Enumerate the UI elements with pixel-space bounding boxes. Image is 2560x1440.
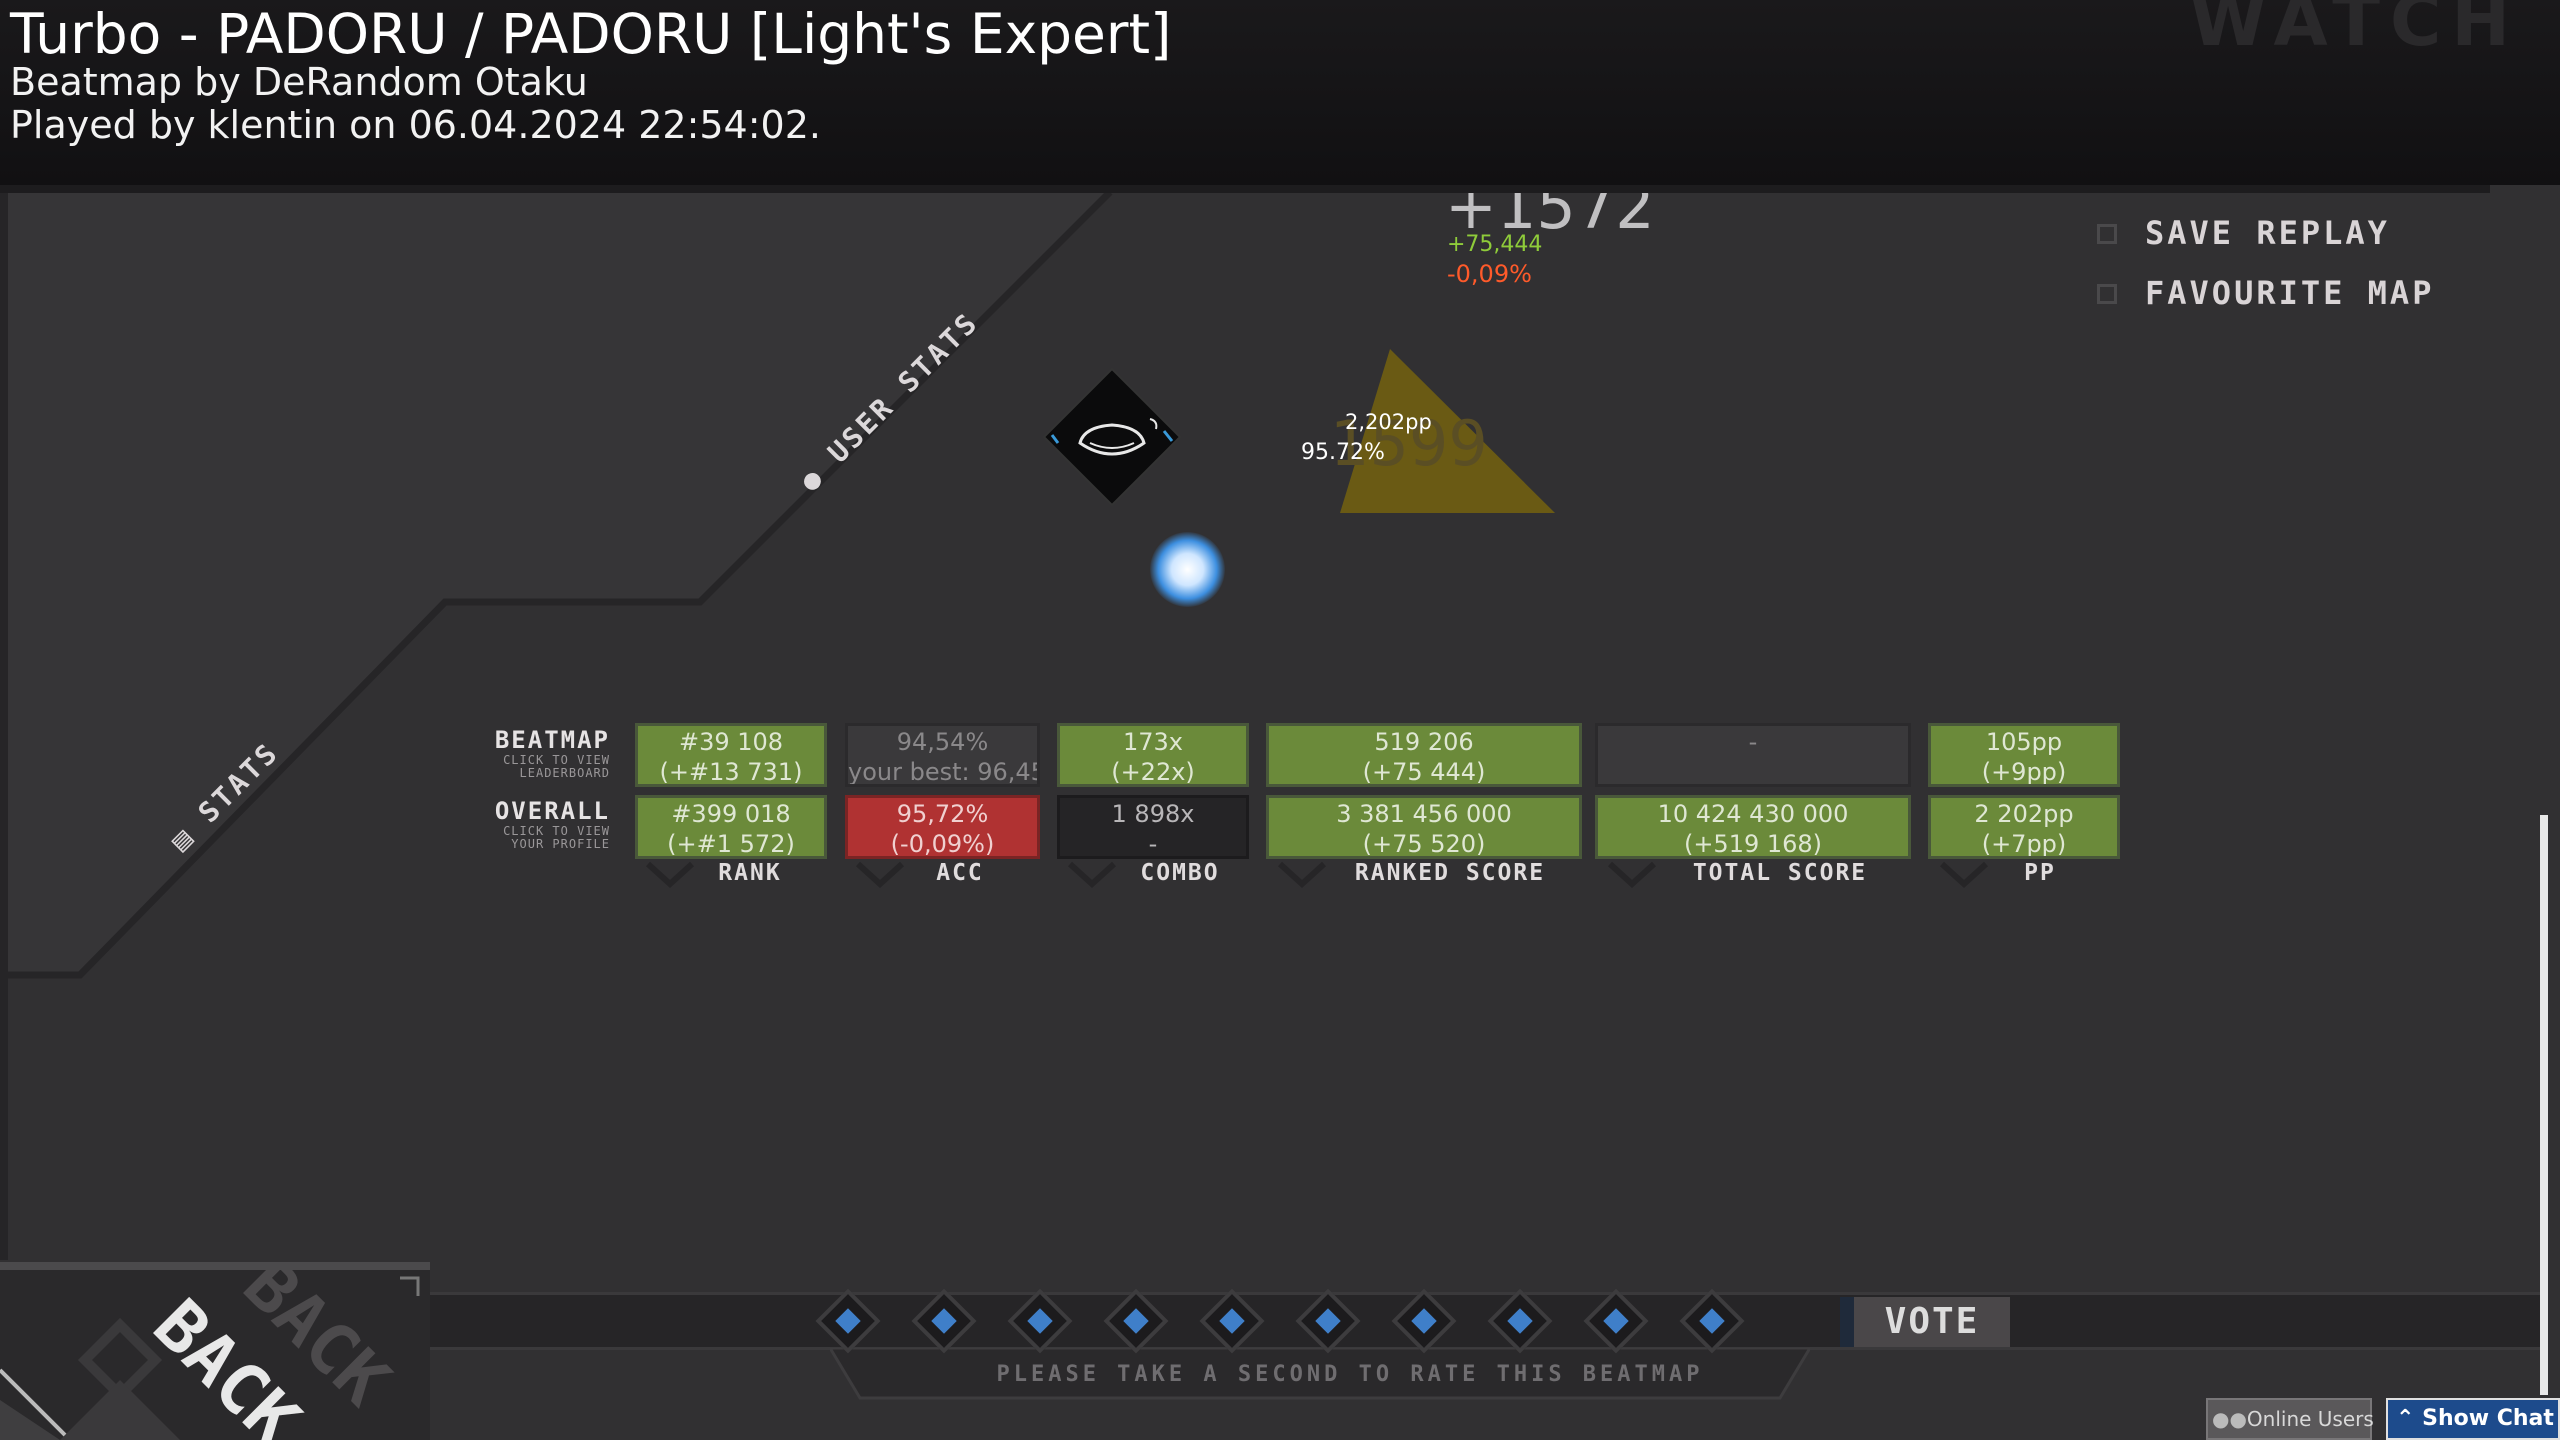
pp-column-label: PP [2024, 860, 2056, 886]
rate-prompt: PLEASE TAKE A SECOND TO RATE THIS BEATMA… [996, 1362, 1704, 1387]
scrollbar[interactable] [2540, 815, 2548, 1395]
page-title: Turbo - PADORU / PADORU [Light's Expert] [10, 2, 1172, 66]
overall-ranked-score-cell: 3 381 456 000 (+75 520) [1266, 795, 1582, 859]
total-score-column-label: TOTAL SCORE [1692, 860, 1868, 886]
save-replay-checkbox[interactable] [2097, 224, 2117, 244]
overall-row-sub2: YOUR PROFILE [511, 837, 610, 851]
badge-accuracy: 95.72% [1301, 440, 1385, 465]
beatmap-ranked-score-cell: 519 206 (+75 444) [1266, 723, 1582, 787]
cell-value: #39 108 [678, 728, 784, 756]
cell-value: 519 206 [1374, 728, 1474, 756]
vote-button[interactable]: VOTE [1840, 1297, 2010, 1347]
ranked-score-column-label: RANKED SCORE [1354, 860, 1546, 886]
your-best: your best: 96,45% [848, 758, 1037, 786]
rank-column-label: RANK [718, 860, 782, 886]
beatmap-row-header[interactable]: BEATMAP CLICK TO VIEW LEADERBOARD [450, 726, 610, 780]
cell-delta: (-0,09%) [890, 830, 995, 858]
cell-value: 95,72% [896, 800, 989, 828]
overall-acc-cell: 95,72% (-0,09%) [845, 795, 1040, 859]
cell-delta: - [1148, 830, 1158, 858]
rating-bar [430, 1292, 2540, 1350]
header: WATCH Turbo - PADORU / PADORU [Light's E… [0, 0, 2560, 185]
accuracy-change: -0,09% [1447, 260, 1532, 288]
avatar[interactable] [1040, 365, 1230, 515]
cell-value: 10 424 430 000 [1657, 800, 1849, 828]
beatmap-combo-cell: 173x (+22x) [1057, 723, 1249, 787]
combo-column-label: COMBO [1140, 860, 1220, 886]
overall-combo-cell: 1 898x - [1057, 795, 1249, 859]
acc-column-label: ACC [936, 860, 984, 886]
online-users-button[interactable]: ●●Online Users [2206, 1398, 2374, 1440]
online-users-label: Online Users [2246, 1407, 2374, 1431]
cell-value: 3 381 456 000 [1336, 800, 1512, 828]
cell-value: - [1748, 728, 1758, 756]
overall-row-header[interactable]: OVERALL CLICK TO VIEW YOUR PROFILE [450, 797, 610, 851]
cell-value: 1 898x [1111, 800, 1195, 828]
cell-delta: (+7pp) [1981, 830, 2067, 858]
cell-delta: (+9pp) [1981, 758, 2067, 786]
cell-delta: (+519 168) [1683, 830, 1823, 858]
beatmap-row-sub2: LEADERBOARD [519, 766, 610, 780]
back-button[interactable]: BACK BACK [0, 1270, 430, 1440]
show-chat-label: Show Chat [2422, 1406, 2554, 1431]
watch-button-ghost[interactable]: WATCH [2189, 0, 2520, 62]
overall-total-score-cell: 10 424 430 000 (+519 168) [1595, 795, 1911, 859]
cell-delta: (+75 444) [1362, 758, 1486, 786]
chevron-up-icon: ⌃ [2396, 1406, 2415, 1431]
beatmap-total-score-cell: - [1595, 723, 1911, 787]
score-change: +75,444 [1447, 232, 1543, 257]
beatmap-acc-cell: 94,54% your best: 96,45% [845, 723, 1040, 787]
favourite-map-label[interactable]: FAVOURITE MAP [2145, 274, 2434, 312]
played-by: Played by klentin on 06.04.2024 22:54:02… [10, 103, 821, 147]
overall-rank-cell: #399 018 (+#1 572) [635, 795, 827, 859]
back-button-top [0, 1262, 430, 1270]
beatmap-row-label: BEATMAP [494, 726, 610, 754]
glow-orb [1150, 532, 1225, 607]
cell-value: 105pp [1985, 728, 2063, 756]
beatmap-author: Beatmap by DeRandom Otaku [10, 60, 588, 104]
cell-delta: (+75 520) [1362, 830, 1486, 858]
users-icon: ●● [2212, 1407, 2247, 1431]
badge-pp: 2,202pp [1345, 410, 1432, 434]
show-chat-button[interactable]: ⌃ Show Chat [2386, 1398, 2560, 1440]
cell-value: 2 202pp [1974, 800, 2074, 828]
overall-row-label: OVERALL [494, 797, 610, 825]
cell-delta: (+22x) [1111, 758, 1195, 786]
cell-value: #399 018 [671, 800, 791, 828]
favourite-map-checkbox[interactable] [2097, 284, 2117, 304]
beatmap-rank-cell: #39 108 (+#13 731) [635, 723, 827, 787]
results-screen: ● USER STATS ▤ STATS WATCH Turbo - PADOR… [0, 0, 2560, 1440]
cell-delta: (+#13 731) [659, 758, 803, 786]
cell-value: 94,54% [896, 728, 989, 756]
save-replay-label[interactable]: SAVE REPLAY [2145, 214, 2390, 252]
overall-pp-cell: 2 202pp (+7pp) [1928, 795, 2120, 859]
cell-delta: (+#1 572) [667, 830, 795, 858]
left-edge [0, 190, 8, 1260]
cell-value: 173x [1122, 728, 1183, 756]
beatmap-pp-cell: 105pp (+9pp) [1928, 723, 2120, 787]
